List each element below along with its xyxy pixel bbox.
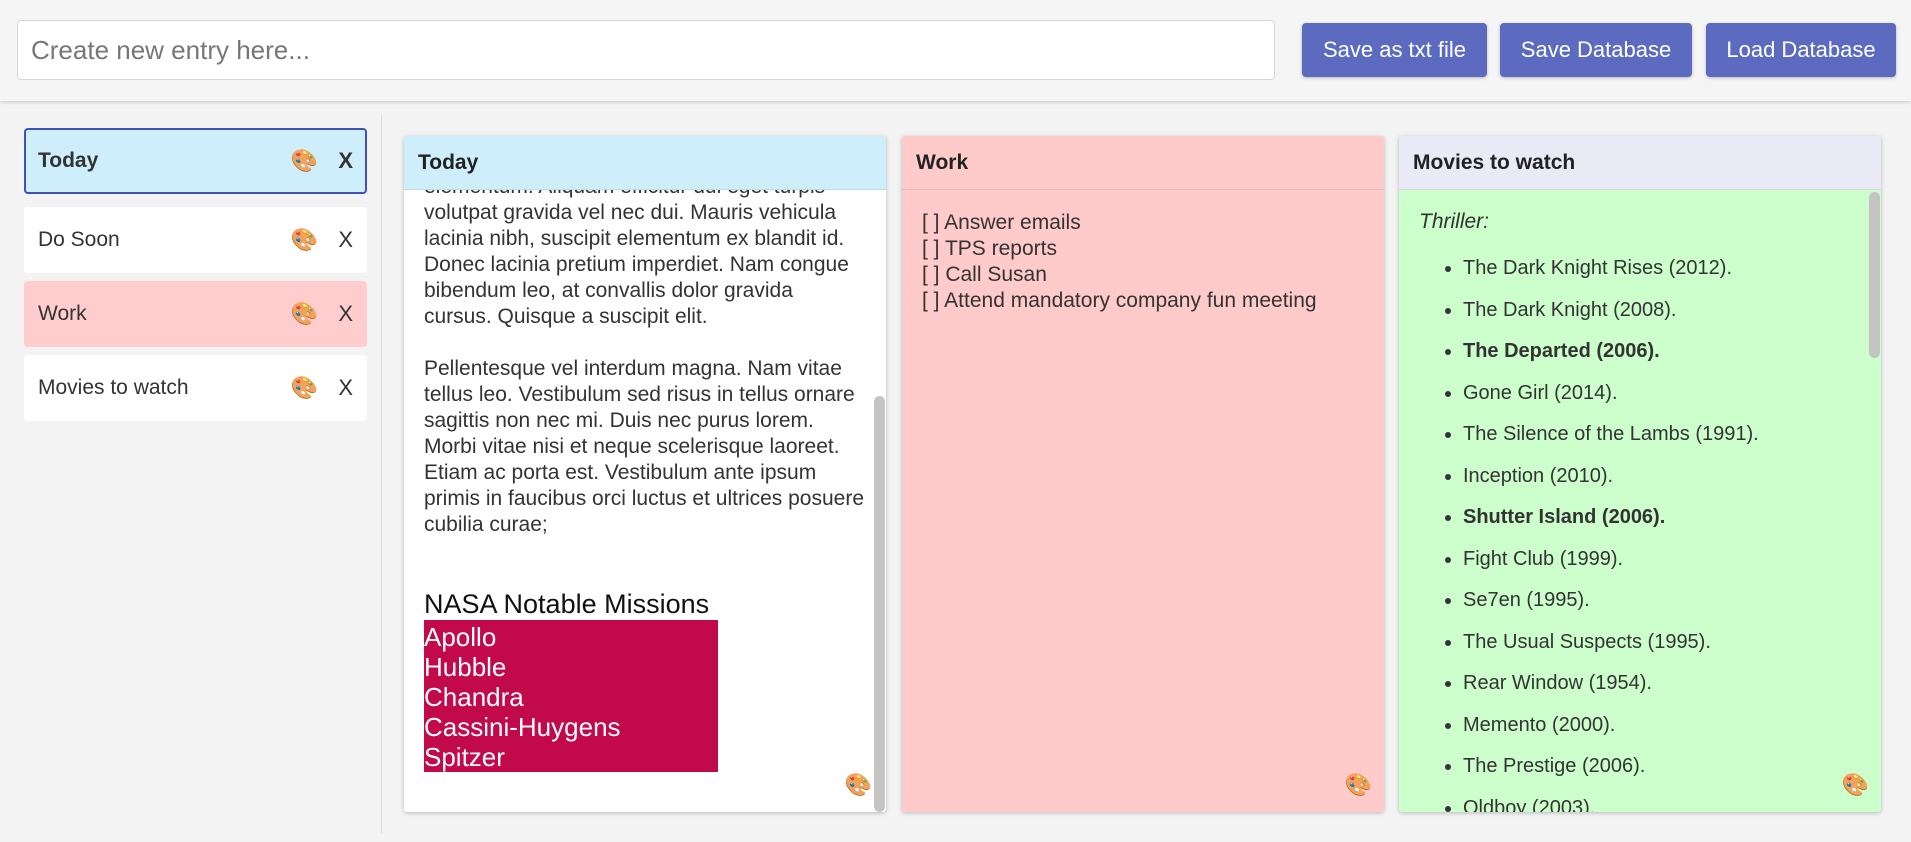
- sidebar-item-work[interactable]: Work 🎨 X: [24, 281, 367, 347]
- list-item: The Dark Knight (2008).: [1463, 298, 1853, 340]
- new-entry-input[interactable]: [17, 20, 1275, 80]
- sidebar-item-do-soon[interactable]: Do Soon 🎨 X: [24, 207, 367, 273]
- card-content: [ ] Answer emails [ ] TPS reports [ ] Ca…: [922, 210, 1317, 314]
- list-item: Cassini-Huygens: [424, 712, 621, 742]
- list-item: Gone Girl (2014).: [1463, 381, 1853, 423]
- list-item: Apollo: [424, 622, 497, 652]
- scrollbar-thumb[interactable]: [874, 396, 885, 812]
- scrollbar[interactable]: [1867, 190, 1881, 812]
- todo-line: [ ] Attend mandatory company fun meeting: [922, 289, 1317, 312]
- list-item: Hubble: [424, 652, 507, 682]
- list-item: The Usual Suspects (1995).: [1463, 630, 1853, 672]
- todo-line: [ ] Call Susan: [922, 263, 1047, 286]
- close-icon[interactable]: X: [338, 148, 353, 174]
- todo-line: [ ] Answer emails: [922, 211, 1081, 234]
- close-icon[interactable]: X: [338, 301, 353, 327]
- card-work: Work [ ] Answer emails [ ] TPS reports […: [902, 136, 1384, 812]
- close-icon[interactable]: X: [338, 227, 353, 253]
- scrollbar[interactable]: [872, 190, 886, 812]
- palette-icon[interactable]: 🎨: [845, 772, 872, 798]
- paragraph: elementum. Aliquam efficitur dui eget tu…: [424, 190, 849, 328]
- card-content: elementum. Aliquam efficitur dui eget tu…: [424, 190, 864, 772]
- card-body[interactable]: [ ] Answer emails [ ] TPS reports [ ] Ca…: [902, 190, 1384, 812]
- palette-icon[interactable]: 🎨: [291, 375, 318, 401]
- list-item: Se7en (1995).: [1463, 588, 1853, 630]
- sidebar-divider: [381, 115, 382, 833]
- card-title: Today: [404, 136, 886, 190]
- list-item: The Silence of the Lambs (1991).: [1463, 422, 1853, 464]
- nasa-missions-list: Apollo Hubble Chandra Cassini-Huygens Sp…: [424, 620, 718, 772]
- palette-icon[interactable]: 🎨: [291, 301, 318, 327]
- todo-line: [ ] TPS reports: [922, 237, 1057, 260]
- palette-icon[interactable]: 🎨: [1842, 772, 1869, 798]
- sidebar-item-label: Today: [38, 149, 99, 172]
- sidebar-item-label: Movies to watch: [38, 376, 189, 399]
- sidebar-item-label: Work: [38, 302, 87, 325]
- list-item: Oldboy (2003).: [1463, 796, 1853, 813]
- paragraph: Pellentesque vel interdum magna. Nam vit…: [424, 357, 865, 536]
- card-title: Movies to watch: [1399, 136, 1881, 190]
- palette-icon[interactable]: 🎨: [291, 148, 318, 174]
- close-icon[interactable]: X: [338, 375, 353, 401]
- load-database-button[interactable]: Load Database: [1706, 23, 1896, 77]
- list-item: The Dark Knight Rises (2012).: [1463, 256, 1853, 298]
- list-item: Spitzer: [424, 742, 505, 772]
- scrollbar-thumb[interactable]: [1869, 192, 1880, 358]
- movies-list: The Dark Knight Rises (2012).The Dark Kn…: [1463, 256, 1853, 812]
- list-item: Memento (2000).: [1463, 713, 1853, 755]
- palette-icon[interactable]: 🎨: [1345, 772, 1372, 798]
- list-item: Inception (2010).: [1463, 464, 1853, 506]
- save-database-button[interactable]: Save Database: [1500, 23, 1692, 77]
- sidebar-item-label: Do Soon: [38, 228, 120, 251]
- list-item: Fight Club (1999).: [1463, 547, 1853, 589]
- card-title: Work: [902, 136, 1384, 190]
- card-today: Today elementum. Aliquam efficitur dui e…: [404, 136, 886, 812]
- list-item: Rear Window (1954).: [1463, 671, 1853, 713]
- sidebar-item-today[interactable]: Today 🎨 X: [24, 128, 367, 194]
- genre-label: Thriller:: [1419, 210, 1490, 233]
- list-item: Shutter Island (2006).: [1463, 505, 1853, 547]
- top-toolbar: Save as txt file Save Database Load Data…: [0, 0, 1911, 101]
- card-movies-to-watch: Movies to watch Thriller: The Dark Knigh…: [1399, 136, 1881, 812]
- list-item: The Departed (2006).: [1463, 339, 1853, 381]
- sidebar-item-movies-to-watch[interactable]: Movies to watch 🎨 X: [24, 355, 367, 421]
- card-body[interactable]: Thriller: The Dark Knight Rises (2012).T…: [1399, 190, 1881, 812]
- palette-icon[interactable]: 🎨: [291, 227, 318, 253]
- list-item: Chandra: [424, 682, 524, 712]
- list-item: The Prestige (2006).: [1463, 754, 1853, 796]
- nasa-heading: NASA Notable Missions: [424, 589, 710, 619]
- card-body[interactable]: elementum. Aliquam efficitur dui eget tu…: [404, 190, 886, 812]
- save-txt-button[interactable]: Save as txt file: [1302, 23, 1487, 77]
